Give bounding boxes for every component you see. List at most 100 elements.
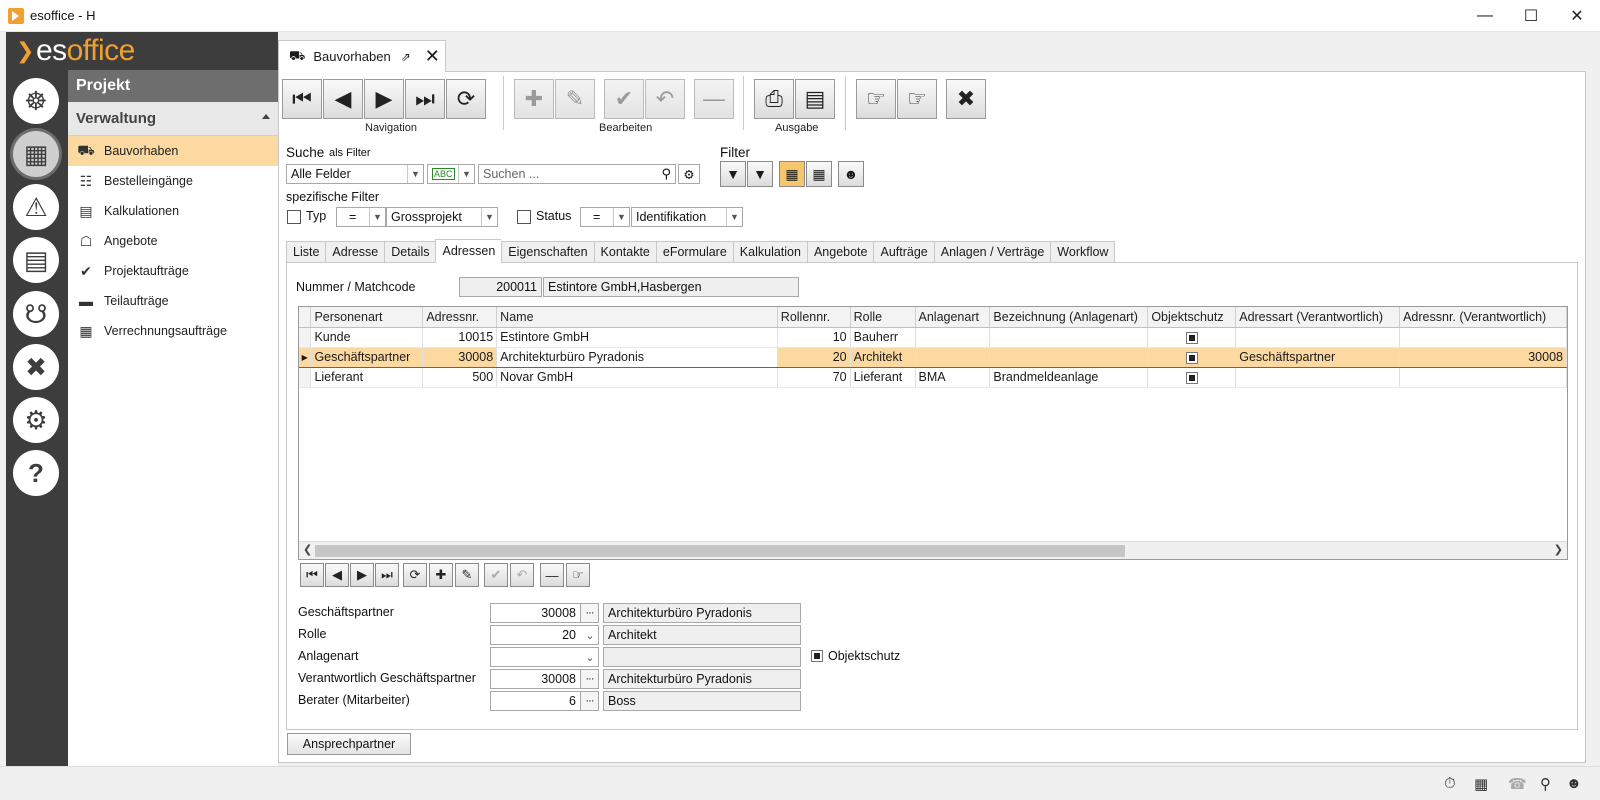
tab-liste[interactable]: Liste <box>286 241 326 263</box>
filter-funnel-button[interactable]: ▼ <box>720 161 746 187</box>
status-operator-select[interactable]: = ▼ <box>580 207 630 227</box>
chevron-down-icon[interactable]: ⌄ <box>582 626 598 644</box>
table-row[interactable]: ▶ Geschäftspartner 30008 Architekturbüro… <box>299 346 1567 368</box>
status-checkbox[interactable] <box>517 210 531 224</box>
tab-details[interactable]: Details <box>384 241 436 263</box>
objektschutz-checkbox[interactable] <box>1185 371 1198 384</box>
column-header[interactable]: Rollennr. <box>777 307 851 328</box>
column-header[interactable]: Adressnr. (Verantwortlich) <box>1399 307 1567 328</box>
chevron-down-icon[interactable]: ▼ <box>369 208 385 226</box>
run-action-button[interactable]: ☞ <box>856 79 896 119</box>
objektschutz-checkbox[interactable] <box>1185 351 1198 364</box>
lookup-dots-icon[interactable]: ··· <box>580 604 598 622</box>
tab-eigenschaften[interactable]: Eigenschaften <box>501 241 594 263</box>
search-settings-button[interactable]: ⚙ <box>678 164 700 184</box>
scroll-left-icon[interactable]: ❮ <box>303 543 312 556</box>
alarm-icon[interactable]: ⚠ <box>13 184 59 230</box>
scrollbar-thumb[interactable] <box>315 545 1125 557</box>
user-status-icon[interactable]: ☻ <box>1566 775 1582 792</box>
sidebar-item-bestelleingaenge[interactable]: ☷ Bestelleingänge <box>68 166 278 196</box>
grid-add-button[interactable]: ✚ <box>429 563 453 587</box>
typ-checkbox[interactable] <box>287 210 301 224</box>
column-header[interactable]: Bezeichnung (Anlagenart) <box>989 307 1149 328</box>
sidebar-item-bauvorhaben[interactable]: ⛟ Bauvorhaben <box>68 136 278 166</box>
add-button[interactable]: ✚ <box>514 79 554 119</box>
helm-icon[interactable]: ☸ <box>13 78 59 124</box>
filter-funnel-check-button[interactable]: ▼ <box>747 161 773 187</box>
tab-angebote[interactable]: Angebote <box>806 241 874 263</box>
sidebar-item-angebote[interactable]: ☖ Angebote <box>68 226 278 256</box>
next-record-button[interactable]: ▶ <box>364 79 404 119</box>
scroll-right-icon[interactable]: ❯ <box>1554 543 1563 556</box>
tab-kalkulation[interactable]: Kalkulation <box>732 241 807 263</box>
tab-adressen[interactable]: Adressen <box>435 239 502 263</box>
horizontal-scrollbar[interactable]: ❮ ❯ <box>299 541 1567 559</box>
search-input[interactable]: Suchen ... ⚲ <box>478 164 676 184</box>
section-verwaltung[interactable]: Verwaltung <box>68 102 278 136</box>
grid-edit-button[interactable]: ✎ <box>455 563 479 587</box>
report-button[interactable]: ▤ <box>795 79 835 119</box>
column-header[interactable]: Adressnr. <box>422 307 498 328</box>
filter-user-button[interactable]: ☻ <box>838 161 864 187</box>
chevron-down-icon[interactable]: ▼ <box>407 165 423 183</box>
search-field-select[interactable]: Alle Felder ▼ <box>286 164 424 184</box>
previous-record-button[interactable]: ◀ <box>323 79 363 119</box>
edit-button[interactable]: ✎ <box>555 79 595 119</box>
chevron-down-icon[interactable]: ▼ <box>726 208 742 226</box>
grid-next-button[interactable]: ▶ <box>350 563 374 587</box>
sidebar-item-teilauftraege[interactable]: ▬ Teilaufträge <box>68 286 278 316</box>
typ-value-select[interactable]: Grossprojekt ▼ <box>386 207 498 227</box>
close-window-icon[interactable]: ✕ <box>1554 0 1600 32</box>
grid-delete-button[interactable]: — <box>540 563 564 587</box>
finance-icon[interactable]: ▤ <box>13 237 59 283</box>
first-record-button[interactable]: ⏮ <box>282 79 322 119</box>
tab-anlagen-vertraege[interactable]: Anlagen / Verträge <box>933 241 1051 263</box>
column-header[interactable]: Anlagenart <box>915 307 991 328</box>
table-row[interactable]: Lieferant 500 Novar GmbH 70 Lieferant BM… <box>299 367 1567 388</box>
sidebar-item-verrechnungsauftraege[interactable]: ▦ Verrechnungsaufträge <box>68 316 278 346</box>
table-row[interactable]: Kunde 10015 Estintore GmbH 10 Bauherr <box>299 327 1567 348</box>
berater-number-input[interactable]: 6 ··· <box>490 691 599 711</box>
close-tab-icon[interactable]: ✕ <box>425 46 440 67</box>
last-record-button[interactable]: ⏭ <box>405 79 445 119</box>
chevron-down-icon[interactable]: ▼ <box>481 208 497 226</box>
column-header[interactable]: Rolle <box>850 307 916 328</box>
anlagenart-select[interactable]: ⌄ <box>490 647 599 667</box>
popout-icon[interactable]: ⇗ <box>401 50 411 64</box>
tools-icon[interactable]: ✖ <box>13 344 59 390</box>
tab-eformulare[interactable]: eFormulare <box>655 241 733 263</box>
collapse-caret-icon[interactable] <box>262 114 270 119</box>
objektschutz-checkbox[interactable] <box>811 650 823 662</box>
grid-undo-button[interactable]: ↶ <box>510 563 534 587</box>
search-mode-select[interactable]: ABC ▼ <box>427 164 475 184</box>
tab-bauvorhaben[interactable]: ⛟ Bauvorhaben ⇗ ✕ <box>278 40 446 72</box>
grid-first-button[interactable]: ⏮ <box>300 563 324 587</box>
phone-icon[interactable]: ☎ <box>1508 775 1527 793</box>
projects-icon[interactable]: ▦ <box>13 131 59 177</box>
tab-kontakte[interactable]: Kontakte <box>593 241 656 263</box>
tab-auftraege[interactable]: Aufträge <box>873 241 934 263</box>
grid-run-button[interactable]: ☞ <box>566 563 590 587</box>
filter-building-multi-button[interactable]: ▦ <box>806 161 832 187</box>
grid-save-button[interactable]: ✔ <box>484 563 508 587</box>
search-icon[interactable]: ⚲ <box>661 166 671 182</box>
run-action-alt-button[interactable]: ☞ <box>897 79 937 119</box>
maximize-icon[interactable]: ☐ <box>1508 0 1554 32</box>
tab-adresse[interactable]: Adresse <box>325 241 385 263</box>
objektschutz-checkbox[interactable] <box>1185 331 1198 344</box>
lookup-dots-icon[interactable]: ··· <box>580 692 598 710</box>
chevron-down-icon[interactable]: ⌄ <box>582 648 598 666</box>
grid-previous-button[interactable]: ◀ <box>325 563 349 587</box>
building-status-icon[interactable]: ▦ <box>1474 775 1488 793</box>
headset-icon[interactable]: ☋ <box>13 291 59 337</box>
delete-button[interactable]: — <box>694 79 734 119</box>
column-header[interactable]: Adressart (Verantwortlich) <box>1235 307 1401 328</box>
grid-last-button[interactable]: ⏭ <box>375 563 399 587</box>
geschaeftspartner-number-input[interactable]: 30008 ··· <box>490 603 599 623</box>
undo-button[interactable]: ↶ <box>645 79 685 119</box>
status-value-select[interactable]: Identifikation ▼ <box>631 207 743 227</box>
column-header[interactable]: Personenart <box>310 307 424 328</box>
lock-icon[interactable]: ⚲ <box>1540 775 1551 793</box>
refresh-button[interactable]: ⟳ <box>446 79 486 119</box>
close-record-button[interactable]: ✖ <box>946 79 986 119</box>
